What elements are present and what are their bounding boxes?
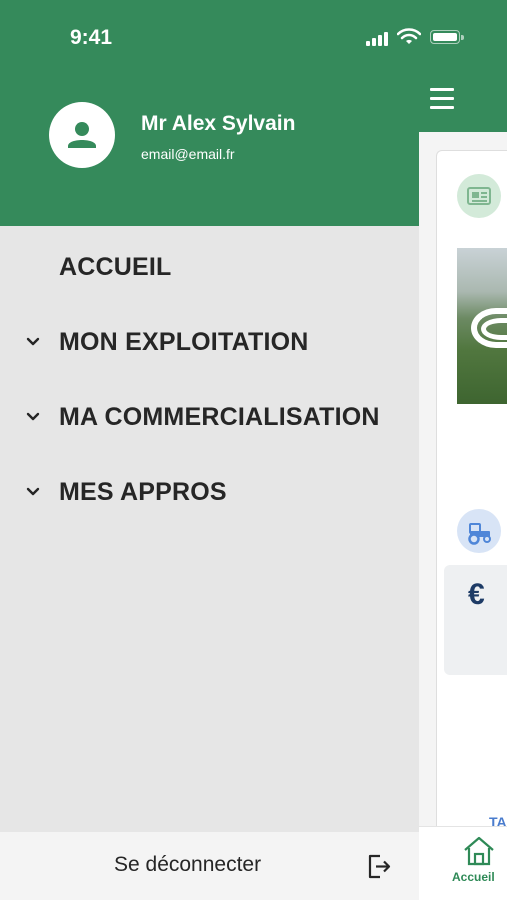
logout-button[interactable]: Se déconnecter bbox=[114, 853, 261, 877]
logout-icon[interactable] bbox=[367, 852, 393, 885]
tractor-icon bbox=[457, 509, 501, 553]
wifi-icon bbox=[397, 28, 421, 44]
menu-item-accueil[interactable]: ACCUEIL bbox=[0, 240, 419, 296]
user-icon bbox=[68, 122, 96, 148]
menu-icon[interactable] bbox=[430, 88, 456, 110]
chevron-down-icon bbox=[26, 412, 40, 421]
euro-icon: € bbox=[468, 578, 485, 611]
signal-icon bbox=[366, 32, 388, 46]
user-name: Mr Alex Sylvain bbox=[141, 112, 296, 135]
chevron-down-icon bbox=[26, 337, 40, 346]
menu-item-mon-exploitation[interactable]: MON EXPLOITATION bbox=[0, 315, 419, 371]
side-drawer: Mr Alex Sylvain email@email.fr ACCUEIL M… bbox=[0, 0, 419, 900]
user-email: email@email.fr bbox=[141, 146, 235, 162]
status-time: 9:41 bbox=[70, 26, 113, 49]
chevron-down-icon bbox=[26, 487, 40, 496]
menu-item-label: MON EXPLOITATION bbox=[59, 328, 309, 356]
tab-home-label[interactable]: Accueil bbox=[452, 870, 495, 884]
avatar[interactable] bbox=[49, 102, 115, 168]
menu-item-label: MA COMMERCIALISATION bbox=[59, 403, 380, 431]
battery-icon bbox=[430, 30, 464, 44]
menu-item-label: ACCUEIL bbox=[59, 253, 172, 281]
newspaper-icon bbox=[457, 174, 501, 218]
menu-item-ma-commercialisation[interactable]: MA COMMERCIALISATION bbox=[0, 390, 419, 446]
menu-item-mes-appros[interactable]: MES APPROS bbox=[0, 465, 419, 521]
home-icon[interactable] bbox=[462, 835, 496, 872]
menu-item-label: MES APPROS bbox=[59, 478, 227, 506]
news-photo[interactable] bbox=[457, 248, 507, 404]
